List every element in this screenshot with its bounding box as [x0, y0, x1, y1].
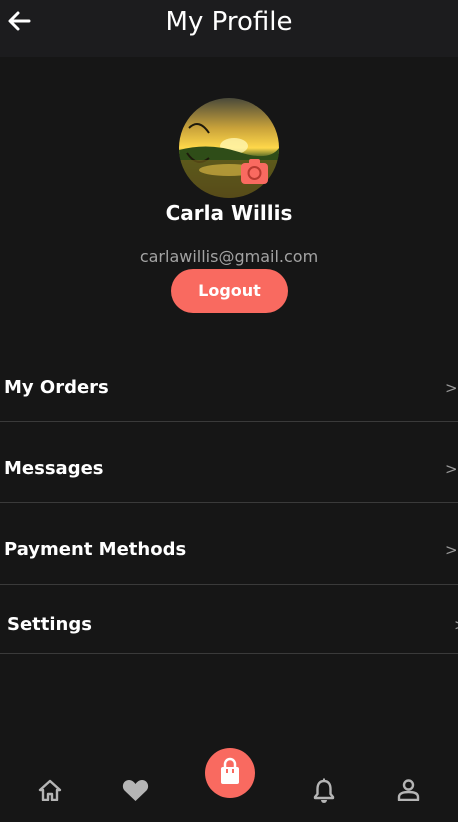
app-header: My Profile [0, 0, 458, 57]
camera-icon[interactable] [241, 159, 268, 184]
menu-item-label: Payment Methods [4, 539, 187, 560]
divider [0, 502, 458, 503]
menu-item-label: Messages [4, 458, 104, 479]
menu-item-messages[interactable]: Messages > [0, 458, 458, 488]
menu-item-payment-methods[interactable]: Payment Methods > [0, 539, 458, 569]
cart-button[interactable] [205, 748, 255, 798]
bell-icon[interactable] [313, 778, 335, 804]
home-icon[interactable] [38, 779, 62, 801]
chevron-right-icon: > [445, 541, 458, 559]
divider [0, 653, 458, 654]
logout-button[interactable]: Logout [171, 269, 288, 313]
chevron-right-icon: > [445, 379, 458, 397]
chevron-right-icon: > [454, 616, 458, 634]
profile-email: carlawillis@gmail.com [139, 247, 319, 266]
shopping-bag-icon [221, 757, 239, 784]
divider [0, 421, 458, 422]
profile-name: Carla Willis [165, 201, 293, 225]
heart-icon[interactable] [122, 779, 149, 802]
chevron-right-icon: > [445, 460, 458, 478]
menu-item-settings[interactable]: Settings > [0, 614, 458, 644]
menu-item-label: Settings [7, 614, 92, 635]
menu-item-my-orders[interactable]: My Orders > [0, 377, 458, 407]
menu-item-label: My Orders [4, 377, 109, 398]
page-title: My Profile [165, 7, 293, 37]
divider [0, 584, 458, 585]
user-icon[interactable] [397, 779, 420, 801]
